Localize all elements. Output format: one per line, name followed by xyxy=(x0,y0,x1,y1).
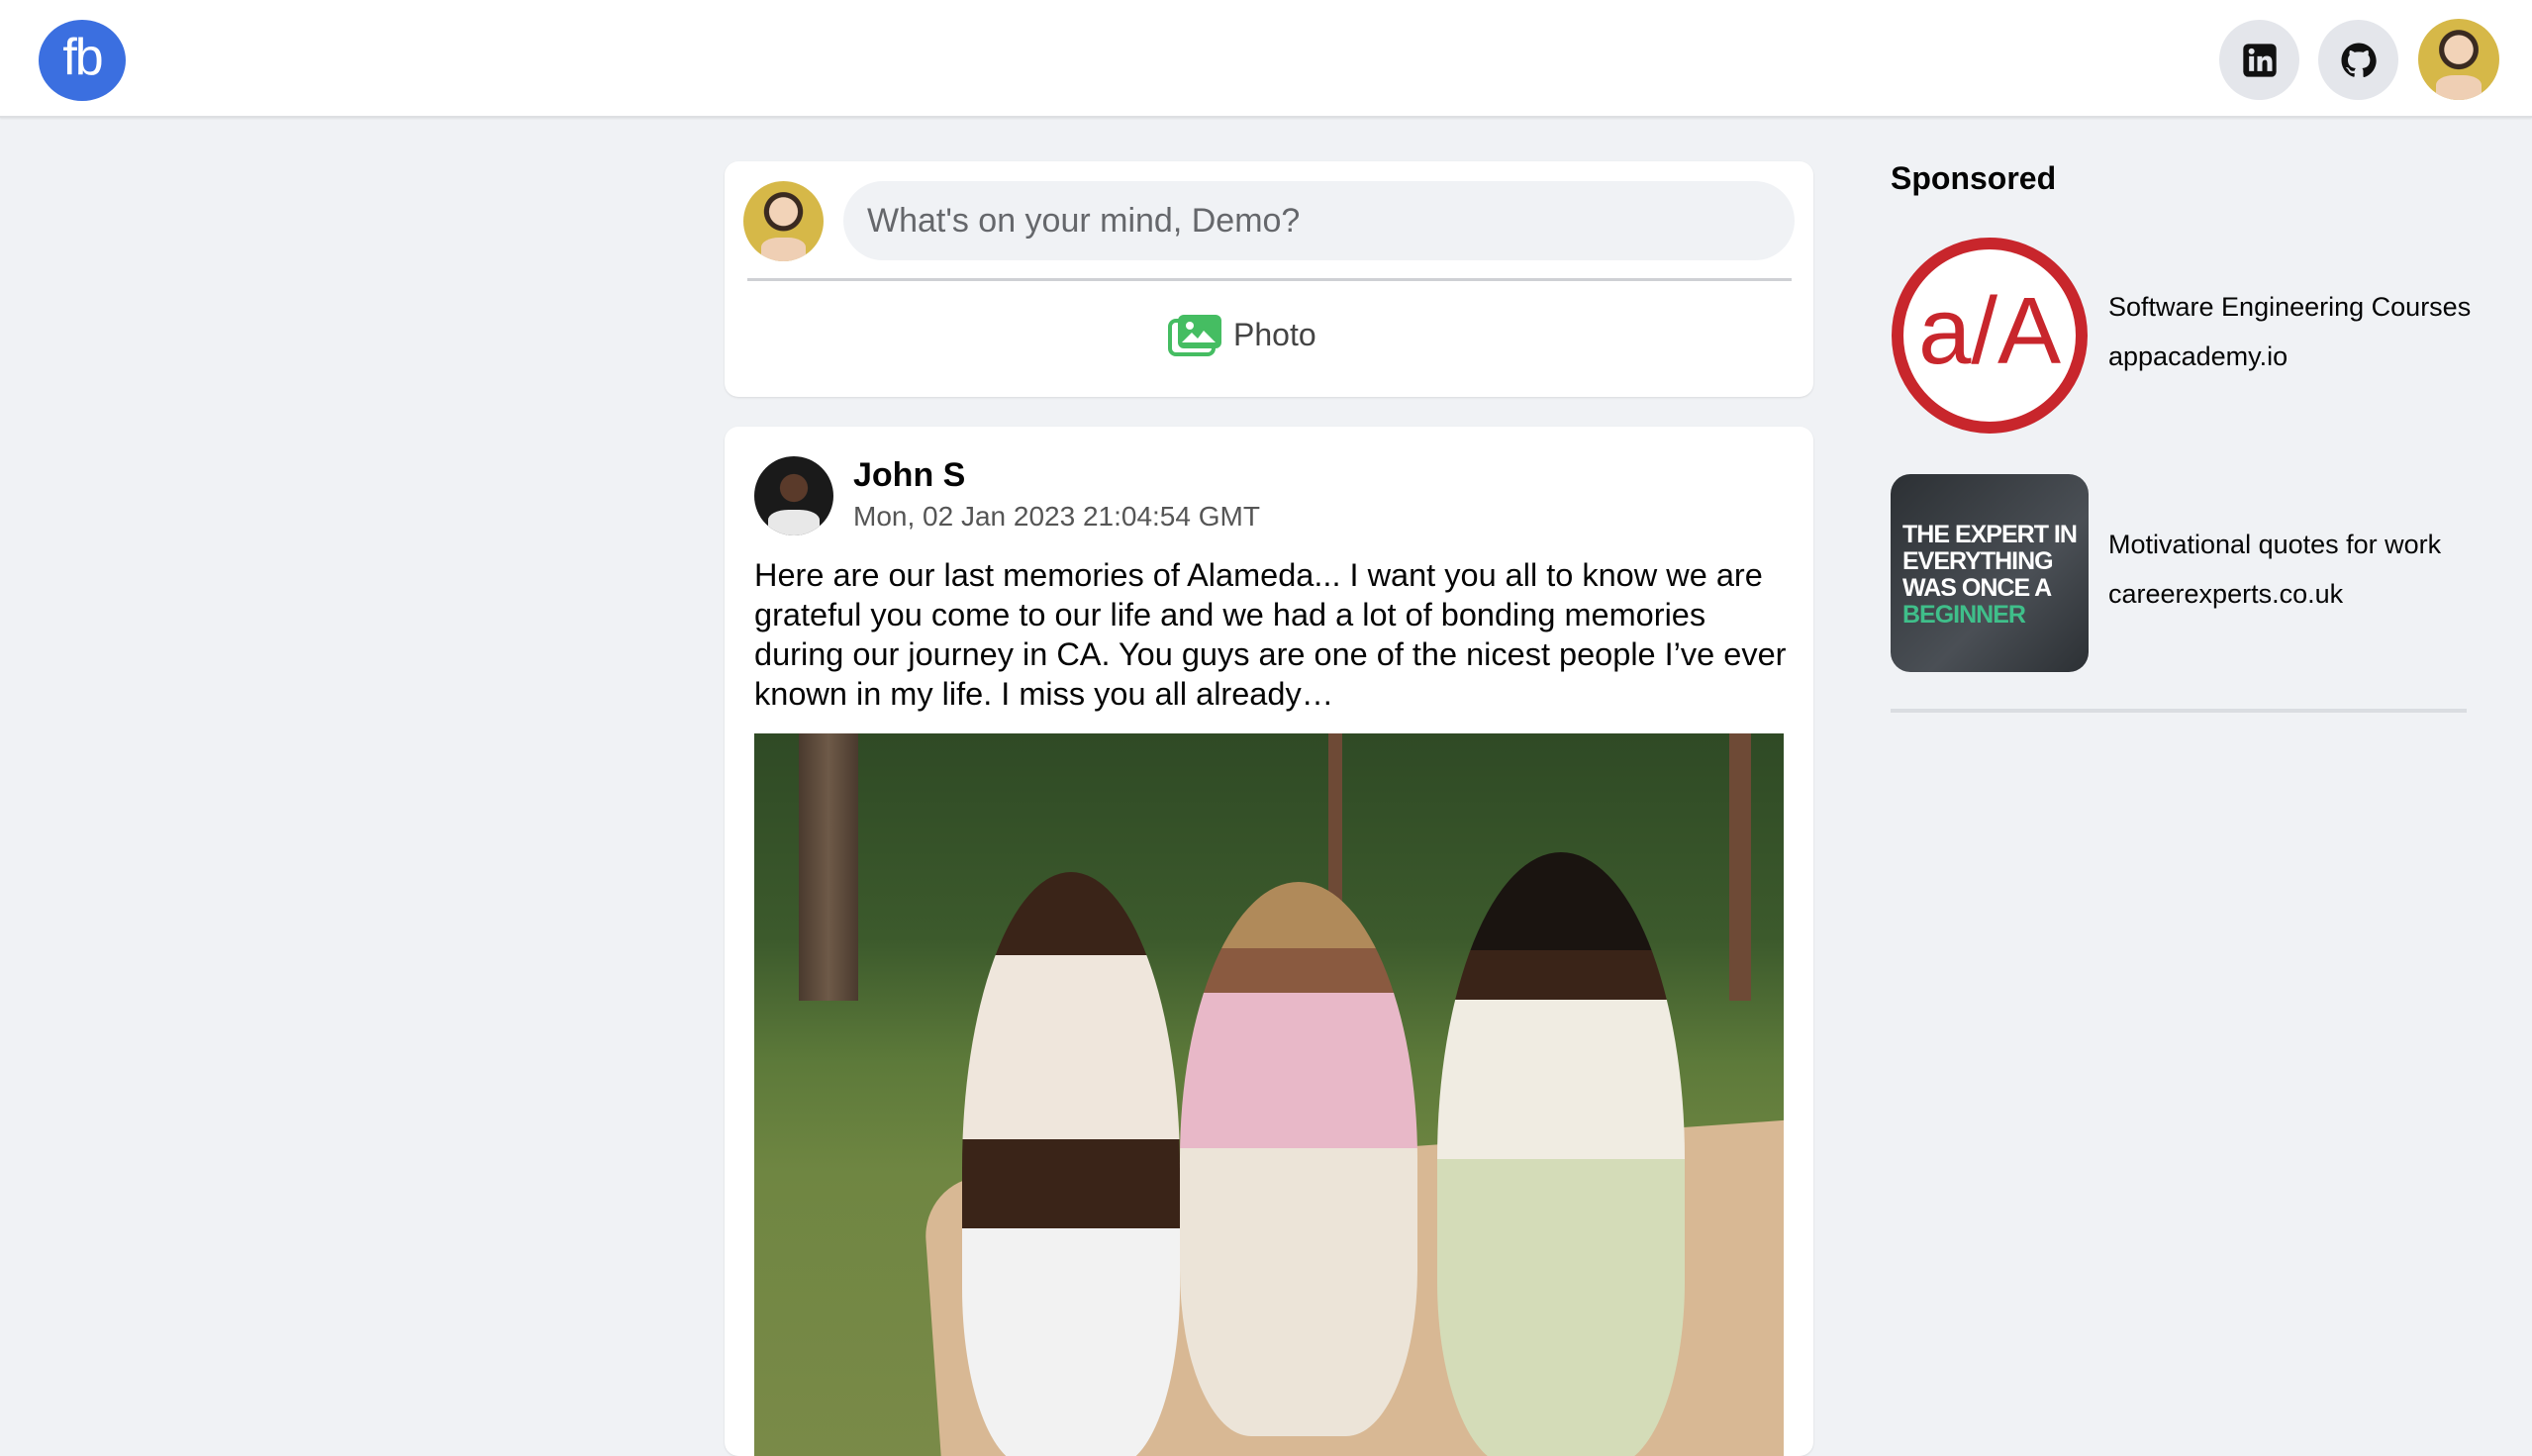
appacademy-logo-icon: a/A xyxy=(1892,238,2088,434)
linkedin-icon xyxy=(2242,43,2277,77)
ad-item[interactable]: THE EXPERT IN EVERYTHING WAS ONCE A BEGI… xyxy=(1891,474,2484,672)
github-button[interactable] xyxy=(2318,20,2398,100)
ad-thumbnail: a/A xyxy=(1891,237,2089,435)
image-tree-trunk xyxy=(1729,733,1751,1001)
composer-avatar xyxy=(743,181,824,261)
ad-thumbnail: THE EXPERT IN EVERYTHING WAS ONCE A BEGI… xyxy=(1891,474,2089,672)
feed-post: John S Mon, 02 Jan 2023 21:04:54 GMT Her… xyxy=(725,427,1813,1456)
post-body-text: Here are our last memories of Alameda...… xyxy=(754,557,1787,712)
ad-item[interactable]: a/A Software Engineering Courses appacad… xyxy=(1891,237,2484,435)
post-image[interactable] xyxy=(754,733,1784,1456)
sidebar-divider xyxy=(1891,709,2467,713)
composer-divider xyxy=(747,278,1792,281)
photo-label: Photo xyxy=(1233,316,1316,352)
ad-domain: appacademy.io xyxy=(2108,341,2289,371)
image-person xyxy=(962,872,1180,1456)
photo-gallery-icon xyxy=(1168,315,1221,356)
fb-logo[interactable]: fb xyxy=(39,20,126,101)
status-input[interactable] xyxy=(843,181,1795,260)
ad-thumb-quote: THE EXPERT IN EVERYTHING WAS ONCE A BEGI… xyxy=(1902,521,2078,629)
linkedin-button[interactable] xyxy=(2219,20,2299,100)
image-tree-trunk xyxy=(799,733,858,1001)
profile-avatar[interactable] xyxy=(2418,19,2499,100)
ad-title: Motivational quotes for work xyxy=(2108,530,2442,559)
post-composer: Photo xyxy=(725,161,1813,397)
ad-title: Software Engineering Courses xyxy=(2108,292,2472,322)
image-person xyxy=(1180,882,1417,1436)
sponsored-heading: Sponsored xyxy=(1891,160,2057,196)
post-author-avatar[interactable] xyxy=(754,456,833,535)
github-icon xyxy=(2341,43,2377,77)
post-timestamp: Mon, 02 Jan 2023 21:04:54 GMT xyxy=(853,501,1260,532)
ad-domain: careerexperts.co.uk xyxy=(2108,579,2344,609)
photo-button[interactable]: Photo xyxy=(1168,310,1316,359)
post-author-name[interactable]: John S xyxy=(853,456,965,495)
svg-text:a/A: a/A xyxy=(1918,278,2061,384)
image-person xyxy=(1437,852,1685,1456)
top-navbar: fb xyxy=(0,0,2532,118)
